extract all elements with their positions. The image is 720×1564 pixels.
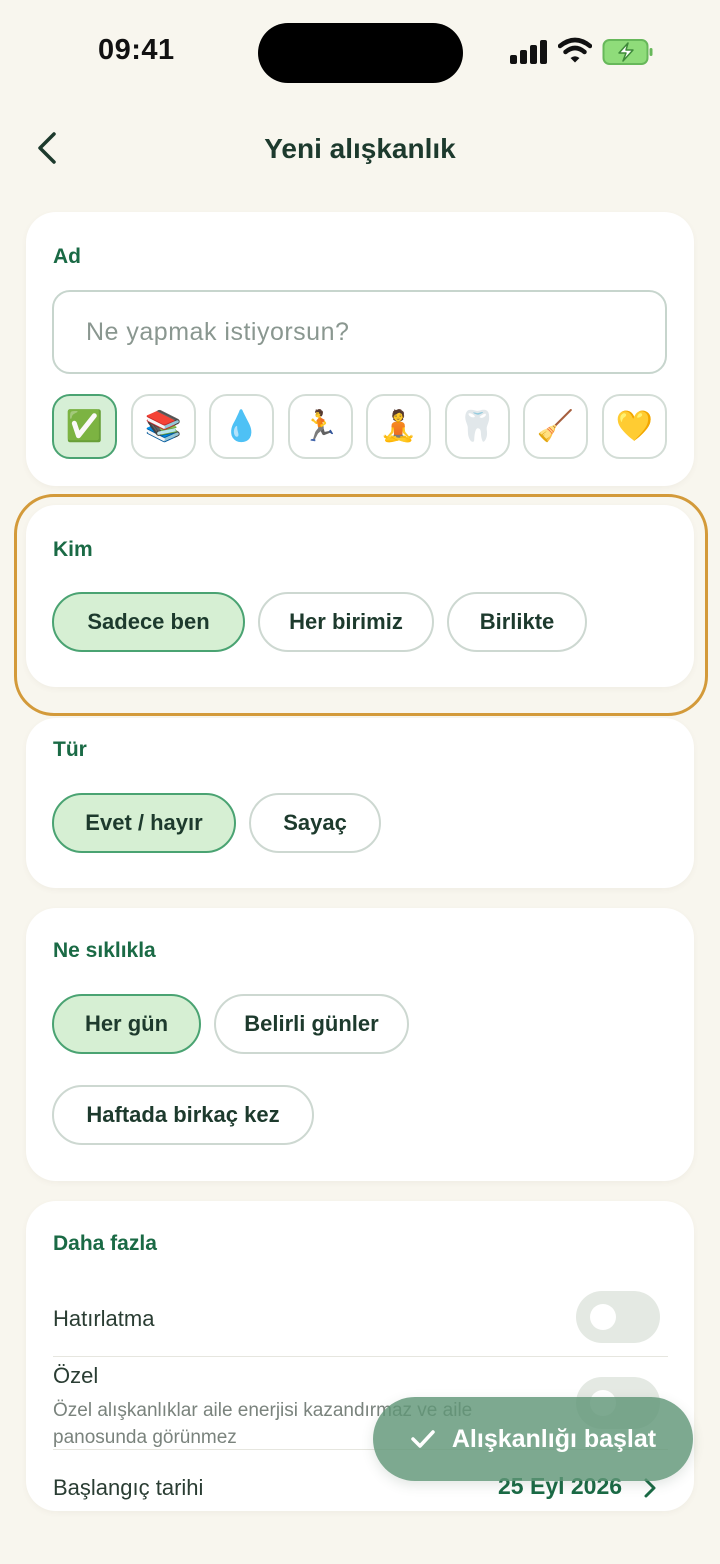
emoji-option-tooth[interactable]: 🦷 bbox=[445, 394, 510, 459]
page-title: Yeni alışkanlık bbox=[264, 133, 456, 164]
books-emoji: 📚 bbox=[144, 410, 183, 443]
status-time: 09:41 bbox=[98, 34, 175, 66]
who-option-together[interactable]: Birlikte bbox=[447, 592, 587, 652]
who-section-label: Kim bbox=[53, 538, 93, 561]
reminder-label: Hatırlatma bbox=[53, 1306, 155, 1331]
meditation-emoji: 🧘 bbox=[379, 410, 418, 443]
frequency-option-specific-days[interactable]: Belirli günler bbox=[214, 994, 409, 1054]
status-bar: 09:41 bbox=[0, 0, 720, 100]
toggle-knob bbox=[590, 1304, 616, 1330]
start-habit-label: Alışkanlığı başlat bbox=[451, 1424, 657, 1453]
frequency-card: Ne sıklıkla Her gün Belirli günler Hafta… bbox=[26, 908, 694, 1181]
row-divider bbox=[53, 1356, 668, 1357]
checkmark-icon bbox=[411, 1430, 435, 1448]
reminder-toggle[interactable] bbox=[576, 1291, 660, 1343]
type-option-yes-no[interactable]: Evet / hayır bbox=[52, 793, 236, 853]
name-section-label: Ad bbox=[53, 245, 81, 268]
battery-charging-icon bbox=[602, 39, 653, 65]
frequency-option-few-times-week[interactable]: Haftada birkaç kez bbox=[52, 1085, 314, 1145]
type-option-counter[interactable]: Sayaç bbox=[249, 793, 381, 853]
emoji-option-broom[interactable]: 🧹 bbox=[523, 394, 588, 459]
signal-icon bbox=[510, 40, 548, 64]
frequency-section-label: Ne sıklıkla bbox=[53, 939, 156, 962]
start-habit-button[interactable]: Alışkanlığı başlat bbox=[373, 1397, 693, 1481]
emoji-option-books[interactable]: 📚 bbox=[131, 394, 196, 459]
wifi-icon bbox=[558, 37, 592, 63]
emoji-option-meditation[interactable]: 🧘 bbox=[366, 394, 431, 459]
emoji-option-runner[interactable]: 🏃 bbox=[288, 394, 353, 459]
private-label: Özel bbox=[53, 1363, 99, 1388]
droplet-emoji: 💧 bbox=[222, 410, 261, 443]
who-option-each-of-us[interactable]: Her birimiz bbox=[258, 592, 434, 652]
emoji-option-droplet[interactable]: 💧 bbox=[209, 394, 274, 459]
frequency-option-every-day[interactable]: Her gün bbox=[52, 994, 201, 1054]
start-date-label: Başlangıç tarihi bbox=[53, 1475, 204, 1500]
tooth-emoji: 🦷 bbox=[458, 410, 497, 443]
emoji-option-check[interactable]: ✅ bbox=[52, 394, 117, 459]
emoji-picker: ✅ 📚 💧 🏃 🧘 🦷 🧹 💛 bbox=[52, 394, 672, 460]
emoji-option-heart[interactable]: 💛 bbox=[602, 394, 667, 459]
habit-name-input[interactable] bbox=[52, 290, 667, 374]
more-section-label: Daha fazla bbox=[53, 1232, 157, 1255]
type-card: Tür Evet / hayır Sayaç bbox=[26, 718, 694, 888]
check-mark-emoji: ✅ bbox=[65, 410, 104, 443]
broom-emoji: 🧹 bbox=[536, 410, 575, 443]
type-section-label: Tür bbox=[53, 738, 87, 761]
who-option-only-me[interactable]: Sadece ben bbox=[52, 592, 245, 652]
dynamic-island bbox=[258, 23, 463, 83]
runner-emoji: 🏃 bbox=[301, 410, 340, 443]
who-card: Kim Sadece ben Her birimiz Birlikte bbox=[26, 505, 694, 687]
name-card: Ad ✅ 📚 💧 🏃 🧘 🦷 🧹 💛 bbox=[26, 212, 694, 486]
yellow-heart-emoji: 💛 bbox=[615, 410, 654, 443]
